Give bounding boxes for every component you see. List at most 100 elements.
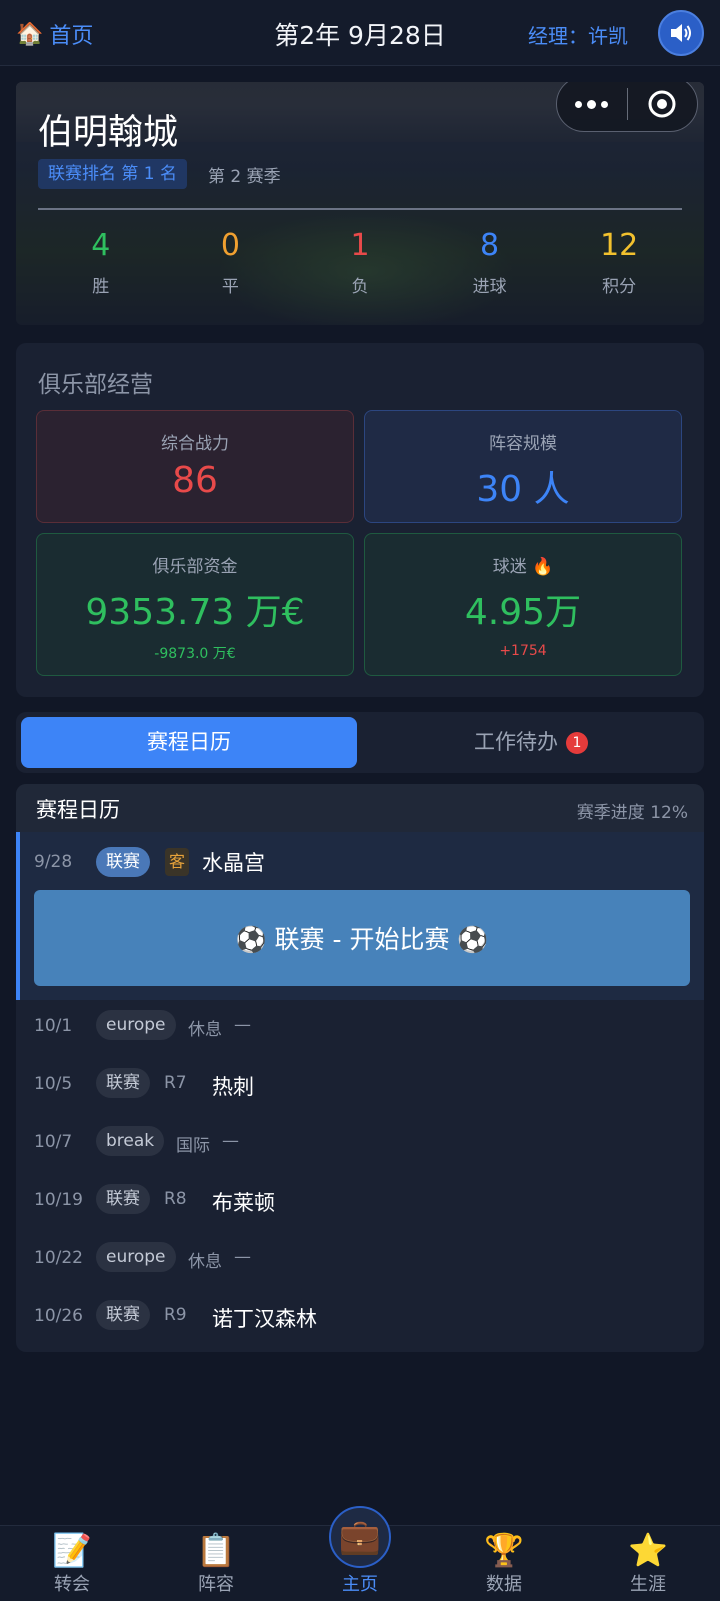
round-label: R7 <box>164 1073 187 1093</box>
squad-size-tile[interactable]: 阵容规模 30 人 <box>364 410 682 523</box>
schedule-panel: 赛程日历 赛季进度 12% 9/28 联赛 客 水晶宫 ⚽ 联赛 - 开始比赛 … <box>16 784 704 1352</box>
stat-value: 0 <box>220 228 240 263</box>
opponent-name: — <box>222 1131 239 1151</box>
opponent-name: 热刺 <box>212 1075 254 1099</box>
club-funds-tile[interactable]: 俱乐部资金 9353.73 万€ -9873.0 万€ <box>36 533 354 676</box>
stat-value: 4 <box>91 228 111 263</box>
competition-tag: break <box>96 1126 165 1156</box>
memo-icon: 📝 <box>52 1531 92 1569</box>
stat-draws: 0 平 <box>166 228 296 297</box>
tile-label: 阵容规模 <box>489 434 557 454</box>
season-stats: 4 胜 0 平 1 负 8 进球 12 积分 <box>36 228 684 297</box>
season-label: 第 2 赛季 <box>208 167 281 187</box>
close-program-button[interactable] <box>628 88 698 120</box>
nav-career[interactable]: ⭐ 生涯 <box>576 1526 720 1601</box>
nav-label: 阵容 <box>198 1574 234 1595</box>
stat-wins: 4 胜 <box>36 228 166 297</box>
stat-label: 胜 <box>92 277 110 297</box>
club-management-panel: 俱乐部经营 综合战力 86 阵容规模 30 人 俱乐部资金 9353.73 万€… <box>16 343 704 697</box>
competition-tag: europe <box>96 1010 176 1040</box>
tile-value: 4.95万 <box>464 592 582 633</box>
round-label: 休息 <box>188 1020 222 1040</box>
nav-data[interactable]: 🏆 数据 <box>432 1526 576 1601</box>
fans-tile[interactable]: 球迷 🔥 4.95万 +1754 <box>364 533 682 676</box>
list-item[interactable]: 10/26 联赛 R9 诺丁汉森林 <box>16 1290 704 1348</box>
match-date: 10/7 <box>34 1132 73 1152</box>
stat-losses: 1 负 <box>295 228 425 297</box>
star-icon: ⭐ <box>628 1531 668 1569</box>
home-label: 首页 <box>49 24 94 49</box>
mini-program-capsule <box>556 82 698 132</box>
competition-tag: europe <box>96 1242 176 1272</box>
stat-label: 积分 <box>602 277 637 297</box>
home-link[interactable]: 🏠 首页 <box>16 18 93 50</box>
club-hero-card: 伯明翰城 联赛排名 第 1 名 第 2 赛季 4 胜 0 平 1 负 8 进球 … <box>16 82 704 325</box>
tab-schedule[interactable]: 赛程日历 <box>21 717 357 768</box>
stat-goals: 8 进球 <box>425 228 555 297</box>
nav-label: 生涯 <box>630 1574 666 1595</box>
clipboard-icon: 📋 <box>196 1531 236 1569</box>
opponent-name: — <box>234 1015 251 1035</box>
stat-value: 12 <box>600 228 639 263</box>
speaker-icon <box>671 24 691 42</box>
round-label: 国际 <box>176 1136 210 1156</box>
schedule-title: 赛程日历 <box>36 798 120 822</box>
nav-label: 主页 <box>342 1574 378 1595</box>
stat-label: 平 <box>221 277 239 297</box>
home-bubble-button[interactable]: 💼 <box>329 1506 391 1568</box>
stat-value: 8 <box>480 228 500 263</box>
club-name: 伯明翰城 <box>38 113 179 153</box>
nav-transfer[interactable]: 📝 转会 <box>0 1526 144 1601</box>
competition-tag: 联赛 <box>96 1300 150 1330</box>
tile-value: 30 人 <box>476 469 570 510</box>
current-match: 9/28 联赛 客 水晶宫 ⚽ 联赛 - 开始比赛 ⚽ <box>16 832 704 1000</box>
todo-count-badge: 1 <box>566 731 588 754</box>
tile-value: 9353.73 万€ <box>85 592 305 633</box>
house-icon: 🏠 <box>16 21 44 47</box>
match-date: 10/26 <box>34 1306 83 1326</box>
match-date: 10/1 <box>34 1016 73 1036</box>
list-item[interactable]: 10/1 europe 休息 — <box>16 1000 704 1058</box>
round-label: R9 <box>164 1305 187 1325</box>
divider <box>38 208 682 210</box>
target-icon <box>648 90 676 118</box>
opponent-name: 诺丁汉森林 <box>212 1307 317 1331</box>
list-item[interactable]: 10/22 europe 休息 — <box>16 1232 704 1290</box>
opponent-name: 水晶宫 <box>202 851 265 875</box>
list-item[interactable]: 10/5 联赛 R7 热刺 <box>16 1058 704 1116</box>
briefcase-icon: 💼 <box>338 1517 382 1557</box>
schedule-header: 赛程日历 赛季进度 12% <box>16 784 704 832</box>
sound-button[interactable] <box>658 10 704 56</box>
stat-label: 进球 <box>472 277 507 297</box>
tile-delta: -9873.0 万€ <box>154 646 236 662</box>
match-date: 10/5 <box>34 1074 73 1094</box>
start-match-button[interactable]: ⚽ 联赛 - 开始比赛 ⚽ <box>34 890 690 986</box>
competition-tag: 联赛 <box>96 1184 150 1214</box>
list-item[interactable]: 10/19 联赛 R8 布莱顿 <box>16 1174 704 1232</box>
trophy-icon: 🏆 <box>484 1531 524 1569</box>
opponent-name: — <box>234 1247 251 1267</box>
panel-title: 俱乐部经营 <box>38 372 153 398</box>
away-badge: 客 <box>165 848 190 876</box>
tile-value: 86 <box>172 460 218 501</box>
round-label: 休息 <box>188 1252 222 1272</box>
tile-label: 综合战力 <box>161 434 229 454</box>
top-header: 🏠 首页 第2年 9月28日 经理：许凯 <box>0 0 720 66</box>
round-label: R8 <box>164 1189 187 1209</box>
match-date: 9/28 <box>34 852 73 872</box>
list-item[interactable]: 10/7 break 国际 — <box>16 1116 704 1174</box>
more-dots-icon <box>575 100 583 108</box>
opponent-name: 布莱顿 <box>212 1191 275 1215</box>
season-progress: 赛季进度 12% <box>576 803 688 823</box>
competition-tag: 联赛 <box>96 1068 150 1098</box>
match-date: 10/19 <box>34 1190 83 1210</box>
manager-name[interactable]: 经理：许凯 <box>528 20 628 49</box>
stat-value: 1 <box>350 228 370 263</box>
more-menu-button[interactable] <box>557 99 627 109</box>
tab-todo-label: 工作待办 <box>474 730 558 754</box>
stat-label: 负 <box>351 277 369 297</box>
nav-squad[interactable]: 📋 阵容 <box>144 1526 288 1601</box>
overall-power-tile[interactable]: 综合战力 86 <box>36 410 354 523</box>
tab-todo[interactable]: 工作待办 1 <box>363 717 699 768</box>
competition-tag: 联赛 <box>96 847 150 877</box>
